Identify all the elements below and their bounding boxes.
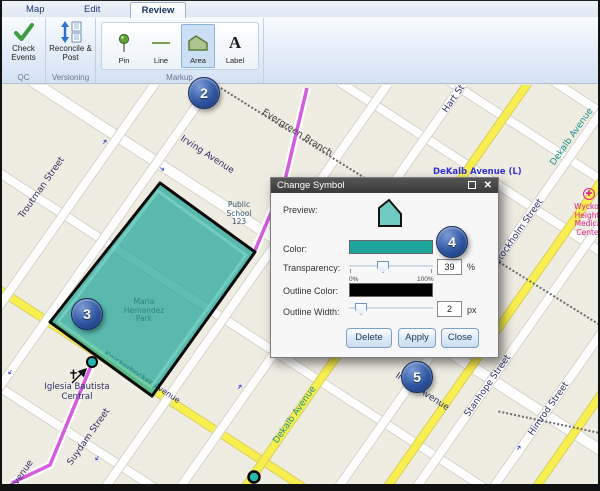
outline-color-swatch[interactable]: [349, 283, 433, 297]
tab-map[interactable]: Map: [16, 2, 54, 18]
reconcile-post-label: Reconcile & Post: [47, 44, 95, 62]
outline-color-label: Outline Color:: [283, 286, 338, 296]
slider-tick: [431, 269, 432, 273]
pin-label: Pin: [119, 56, 130, 65]
station-label: DeKalb Avenue (L): [433, 167, 522, 177]
label-button[interactable]: A Label: [218, 24, 252, 68]
vertex-dot: [87, 357, 97, 367]
symbol-preview: [373, 196, 407, 230]
group-versioning: Reconcile & Post Versioning: [46, 18, 96, 83]
apply-button[interactable]: Apply: [398, 328, 436, 348]
ribbon-body: Check Events QC Reconcile & Post: [2, 18, 598, 84]
dialog-title-bar[interactable]: Change Symbol ✕: [271, 178, 498, 193]
reconcile-icon: [59, 21, 83, 43]
line-button[interactable]: Line: [144, 24, 178, 68]
change-symbol-dialog: Change Symbol ✕ Preview: Color: Transpar…: [270, 177, 499, 358]
outline-width-slider-thumb[interactable]: [355, 303, 367, 315]
pushpin-icon: [117, 32, 131, 54]
tab-edit[interactable]: Edit: [74, 2, 110, 18]
area-label: Area: [190, 56, 206, 65]
medical-center-label: Wyckoff Heights Medical Center: [564, 203, 598, 238]
slider-track[interactable]: [349, 265, 433, 268]
church-cross-icon: ✝: [68, 367, 79, 383]
callout-3: 3: [71, 298, 103, 330]
intersection-dot: [249, 472, 260, 483]
transparency-label: Transparency:: [283, 263, 340, 273]
close-icon[interactable]: ✕: [484, 178, 492, 193]
callout-4: 4: [436, 226, 468, 258]
transparency-unit: %: [467, 262, 475, 272]
transparency-input[interactable]: [437, 259, 462, 275]
qc-group-label: QC: [2, 73, 45, 82]
church-label: Iglesia Bautista Central: [44, 383, 110, 403]
outline-width-input[interactable]: [437, 301, 462, 317]
reconcile-post-button[interactable]: Reconcile & Post: [47, 18, 95, 62]
outline-width-unit: px: [467, 305, 477, 315]
area-button[interactable]: Area: [181, 24, 215, 68]
school-label: Public School 123: [216, 201, 262, 227]
check-events-label: Check Events: [2, 44, 46, 62]
check-events-button[interactable]: Check Events: [2, 18, 46, 62]
tab-review[interactable]: Review: [130, 2, 186, 18]
line-label: Line: [154, 56, 168, 65]
line-icon: [151, 32, 171, 54]
color-swatch[interactable]: [349, 240, 433, 254]
slider-tick: [350, 269, 351, 273]
markup-group-label: Markup: [96, 73, 263, 82]
label-label: Label: [226, 56, 244, 65]
ribbon: Map Edit Review Check Events QC: [2, 1, 598, 85]
scale-max-label: 100%: [417, 276, 434, 283]
hospital-icon: ✚: [583, 188, 595, 200]
maximize-icon[interactable]: [468, 181, 476, 189]
app-window: Map Edit Review Check Events QC: [0, 0, 600, 491]
park-label: Maria Hernandez Park: [115, 298, 173, 324]
transparency-slider-thumb[interactable]: [377, 261, 389, 273]
delete-button[interactable]: Delete: [346, 328, 392, 348]
ribbon-tab-row: Map Edit Review: [2, 1, 598, 18]
check-icon: [13, 21, 35, 43]
callout-5: 5: [401, 361, 433, 393]
scale-min-label: 0%: [349, 276, 358, 283]
versioning-group-label: Versioning: [46, 73, 95, 82]
area-polygon-icon: [187, 32, 209, 54]
callout-2: 2: [188, 77, 220, 109]
pin-button[interactable]: Pin: [107, 24, 141, 68]
color-label: Color:: [283, 244, 307, 254]
ribbon-empty-area: [264, 18, 598, 83]
dialog-title: Change Symbol: [277, 180, 345, 191]
preview-label: Preview:: [283, 205, 318, 215]
outline-width-label: Outline Width:: [283, 307, 340, 317]
group-qc: Check Events QC: [2, 18, 46, 83]
markup-panel: Pin Line Area A: [101, 22, 259, 70]
close-button[interactable]: Close: [441, 328, 479, 348]
letter-a-icon: A: [229, 32, 241, 54]
transparency-slider[interactable]: [349, 260, 433, 274]
outline-width-slider[interactable]: [349, 302, 433, 316]
group-markup: Pin Line Area A: [96, 18, 264, 83]
